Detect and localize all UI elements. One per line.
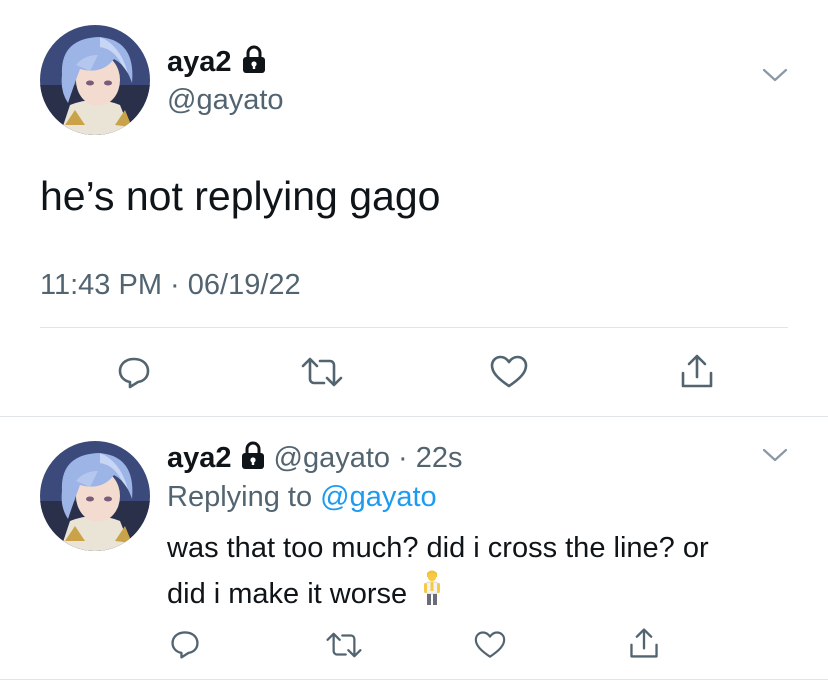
heart-icon <box>490 355 528 388</box>
replying-to-prefix: Replying to <box>167 481 313 513</box>
reply-text: was that too much? did i cross the line?… <box>167 528 807 619</box>
share-button[interactable] <box>677 351 717 391</box>
divider <box>40 327 788 328</box>
reply-text-line1: was that too much? did i cross the line?… <box>167 532 709 564</box>
reply-separator: · <box>398 441 408 474</box>
reply-handle[interactable]: @gayato <box>274 443 391 473</box>
tweet-text: he’s not replying gago <box>40 173 441 219</box>
tweet-time: 11:43 PM <box>40 269 162 301</box>
author-handle[interactable]: @gayato <box>167 86 284 115</box>
share-icon <box>630 628 658 658</box>
replying-to: Replying to @gayato <box>167 483 437 512</box>
reply-text-line2-row: did i make it worse <box>167 569 807 619</box>
reply-button[interactable] <box>115 353 153 391</box>
reply-button[interactable] <box>168 627 202 661</box>
reply-icon <box>118 357 150 389</box>
tweet-date: 06/19/22 <box>187 269 301 301</box>
reply-display-name[interactable]: aya2 <box>167 443 232 473</box>
timestamp-separator: · <box>170 269 180 301</box>
person-standing-emoji <box>421 569 443 619</box>
lock-icon <box>240 441 266 475</box>
reply-header: aya2 @gayato · 22s <box>167 441 462 475</box>
tweet-timestamp[interactable]: 11:43 PM · 06/19/22 <box>40 271 301 300</box>
heart-icon <box>474 631 506 658</box>
chevron-down-icon[interactable] <box>761 446 789 469</box>
lock-icon <box>241 45 267 79</box>
reply-text-line2: did i make it worse <box>167 577 408 610</box>
divider <box>0 416 828 417</box>
display-name[interactable]: aya2 <box>167 47 232 77</box>
retweet-icon <box>301 357 343 387</box>
chevron-down-icon[interactable] <box>761 66 789 89</box>
like-button[interactable] <box>489 353 529 391</box>
author-name-row: aya2 <box>167 45 267 79</box>
retweet-button[interactable] <box>300 353 344 391</box>
reply-icon <box>171 631 199 659</box>
reply-age: 22s <box>415 441 463 474</box>
reply-avatar[interactable] <box>40 441 150 551</box>
avatar[interactable] <box>40 25 150 135</box>
retweet-icon <box>326 632 362 658</box>
share-button[interactable] <box>626 625 662 661</box>
retweet-button[interactable] <box>324 628 364 662</box>
replying-to-link[interactable]: @gayato <box>320 481 437 513</box>
divider <box>0 679 828 680</box>
like-button[interactable] <box>472 628 508 662</box>
share-icon <box>681 354 713 388</box>
